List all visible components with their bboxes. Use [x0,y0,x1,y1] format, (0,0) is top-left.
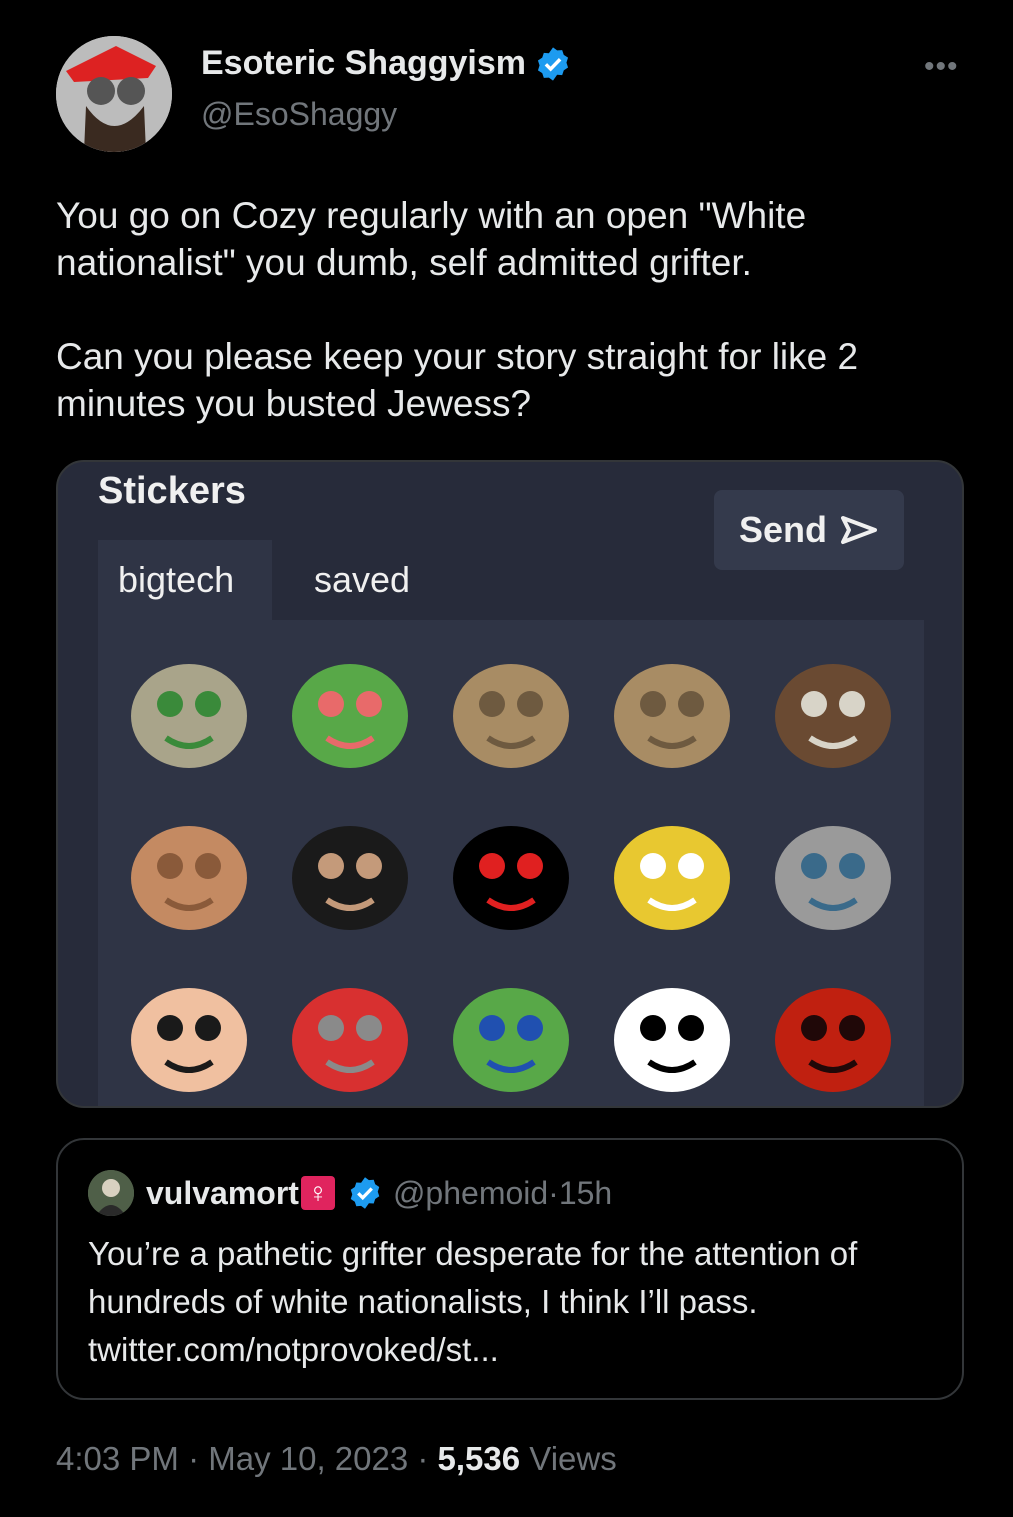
tweet-metadata: 4:03 PM · May 10, 2023 · 5,536 Views [56,1440,617,1478]
quoted-tweet-age[interactable]: 15h [559,1175,612,1212]
views-count: 5,536 [437,1440,521,1477]
separator-dot: · [408,1440,438,1477]
separator-dot: · [178,1440,209,1477]
tab-saved[interactable]: saved [294,540,430,620]
author-avatar[interactable] [56,36,172,152]
suited-man-icon[interactable] [279,800,421,940]
separator-dot: · [548,1174,559,1211]
red-starfish-laser-icon[interactable] [440,800,582,940]
laughing-man-cap-icon[interactable] [118,962,260,1102]
helmet-frog-soldier-icon[interactable] [118,638,260,778]
quoted-author-name[interactable]: vulvamort [146,1175,299,1212]
author-display-name[interactable]: Esoteric Shaggyism [201,44,526,83]
quoted-author-handle[interactable]: @phemoid [393,1175,548,1212]
more-options-icon[interactable]: ••• [924,50,959,84]
quoted-tweet-text: You’re a pathetic grifter desperate for … [88,1235,858,1368]
female-sign-icon: ♀ [300,1176,335,1210]
quoted-avatar-image [88,1170,134,1216]
pepe-knife-icon[interactable] [279,638,421,778]
quoted-tweet-header: vulvamort ♀ @phemoid · 15h [88,1170,612,1216]
man-red-cap-mic-icon[interactable] [279,962,421,1102]
tweet-text: You go on Cozy regularly with an open "W… [56,195,859,424]
views-label: Views [520,1440,617,1477]
tweet-time[interactable]: 4:03 PM [56,1440,179,1477]
author-handle[interactable]: @EsoShaggy [201,96,397,133]
pepe-robe-icon[interactable] [440,962,582,1102]
send-button[interactable]: Send [714,490,904,570]
send-label: Send [738,509,827,550]
cartoon-duck-icon[interactable] [601,800,743,940]
bald-man-icon[interactable] [118,800,260,940]
stickers-title: Stickers [98,470,246,512]
cat-face-icon[interactable] [601,638,743,778]
sticker-grid [98,620,924,1106]
quoted-author-avatar[interactable] [88,1170,134,1216]
letter-n-pattern-icon[interactable] [762,638,904,778]
red-hooded-figure-icon[interactable] [762,962,904,1102]
author-name-row: Esoteric Shaggyism [201,44,572,83]
tweet-date[interactable]: May 10, 2023 [208,1440,408,1477]
send-arrow-icon [841,516,877,544]
avatar-image [56,36,172,152]
verified-badge-icon [350,1177,380,1209]
tab-bigtech[interactable]: bigtech [98,540,272,620]
cat-face-icon[interactable] [440,638,582,778]
attached-image[interactable]: Stickers Send bigtech saved [56,460,964,1108]
cat-pickaxe-icon[interactable] [762,800,904,940]
quoted-tweet[interactable]: vulvamort ♀ @phemoid · 15h You’re a path… [56,1138,964,1400]
soyjak-face-icon[interactable] [601,962,743,1102]
verified-badge-icon [537,46,569,81]
